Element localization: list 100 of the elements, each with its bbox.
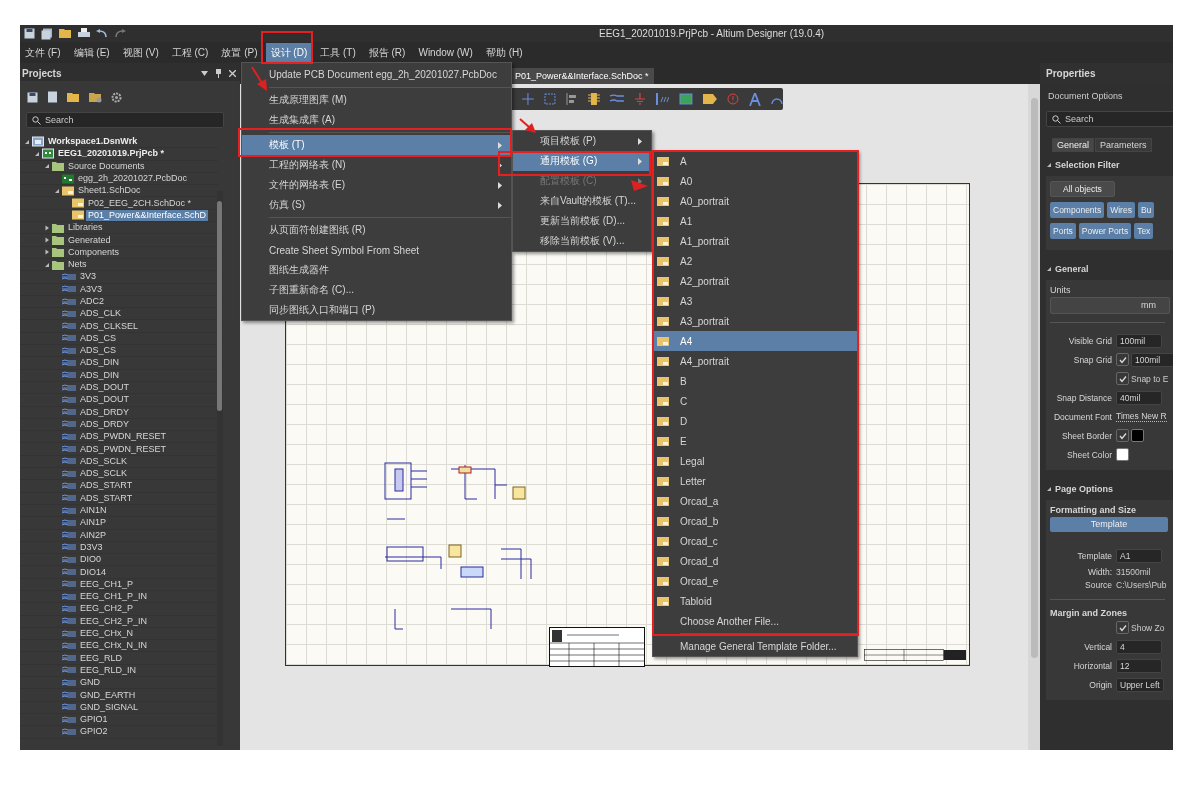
tree-item[interactable]: ADS_DRDY	[78, 406, 131, 418]
color-swatch[interactable]	[1116, 448, 1129, 461]
search-field[interactable]: Search	[1046, 111, 1173, 127]
expand-triangle-icon[interactable]	[44, 224, 50, 231]
tree-item[interactable]: ADS_CLK	[78, 308, 124, 320]
tree-item[interactable]: Source Documents	[66, 160, 147, 172]
tree-item[interactable]: DIO0	[78, 554, 103, 566]
tree-item[interactable]: 3V3	[78, 271, 98, 283]
tree-item[interactable]: EEG_CH1_P_IN	[78, 591, 150, 603]
template-dropdown[interactable]: A1	[1116, 548, 1162, 563]
collapse-triangle-icon[interactable]	[34, 150, 40, 157]
tree-item[interactable]: ADS_DOUT	[78, 382, 131, 394]
menu-item[interactable]: 从页面符创建图纸 (R)	[242, 220, 511, 240]
tree-item[interactable]: Sheet1.SchDoc	[76, 185, 143, 197]
menu-item[interactable]: 项目模板 (P)	[513, 131, 651, 151]
tree-item[interactable]: GPIO1	[78, 714, 110, 726]
menu-item[interactable]: 更新当前模板 (D)...	[513, 211, 651, 231]
filter-button[interactable]: Bu	[1137, 202, 1155, 218]
menu-item[interactable]: 工具 (T)	[315, 42, 361, 63]
pin-icon[interactable]	[215, 68, 222, 78]
settings-icon[interactable]	[111, 91, 122, 103]
menu-item[interactable]: Manage General Template Folder...	[653, 636, 857, 656]
text-icon[interactable]	[749, 92, 762, 106]
menu-item[interactable]: 视图 (V)	[117, 42, 164, 63]
input-field[interactable]: Upper Left	[1116, 677, 1164, 692]
input-field[interactable]: 100mil	[1116, 333, 1162, 348]
tree-item[interactable]: A3V3	[78, 283, 105, 295]
menu-item[interactable]: 生成集成库 (A)	[242, 110, 511, 130]
expand-triangle-icon[interactable]	[44, 249, 50, 256]
collapse-triangle-icon[interactable]	[54, 187, 60, 194]
tree-item[interactable]: DIO14	[78, 566, 108, 578]
align-icon[interactable]	[565, 93, 578, 105]
collapse-triangle-icon[interactable]	[1046, 486, 1052, 492]
undo-icon[interactable]	[96, 28, 108, 39]
collapse-triangle-icon[interactable]	[24, 138, 30, 145]
filter-button[interactable]: Wires	[1107, 202, 1135, 218]
tree-item[interactable]: GND	[78, 677, 102, 689]
menu-item[interactable]: 来自Vault的模板 (T)...	[513, 191, 651, 211]
tree-item[interactable]: ADS_DIN	[78, 369, 121, 381]
collapse-triangle-icon[interactable]	[1046, 266, 1052, 272]
input-field[interactable]: 40mil	[1116, 390, 1162, 405]
checkbox[interactable]	[1116, 353, 1129, 366]
filter-button[interactable]: Ports	[1050, 223, 1076, 239]
units-dropdown[interactable]: mm	[1050, 297, 1170, 314]
menu-item[interactable]: 文件 (F)	[20, 42, 66, 63]
tree-item[interactable]: EEG_CHx_N	[78, 628, 135, 639]
menu-item[interactable]: A4	[653, 331, 857, 351]
input-field[interactable]: 100mil	[1131, 352, 1173, 367]
crosshair-icon[interactable]	[522, 93, 534, 105]
tree-item[interactable]: EEG1_20201019.PrjPcb *	[56, 148, 167, 160]
tree-item[interactable]: ADS_DOUT	[78, 394, 131, 406]
color-swatch[interactable]	[1131, 429, 1144, 442]
menu-item[interactable]: 生成原理图库 (M)	[242, 90, 511, 110]
folder-icon[interactable]	[89, 91, 102, 103]
tree-item[interactable]: P02_EEG_2CH.SchDoc *	[86, 197, 194, 209]
menu-item[interactable]: 工程 (C)	[166, 42, 214, 63]
printer-icon[interactable]	[78, 28, 90, 39]
tree-item[interactable]: ADS_CLKSEL	[78, 320, 141, 332]
save-icon[interactable]	[27, 91, 38, 103]
tree-item[interactable]: Libraries	[66, 222, 105, 234]
menu-item[interactable]: 文件的网络表 (E)	[242, 175, 511, 195]
tree-item[interactable]: AIN1N	[78, 505, 109, 517]
menu-item[interactable]: 工程的网络表 (N)	[242, 155, 511, 175]
document-icon[interactable]	[47, 91, 58, 103]
menu-item[interactable]: 设计 (D)	[265, 42, 313, 63]
sheet-symbol-icon[interactable]	[679, 93, 694, 105]
filter-button[interactable]: Tex	[1134, 223, 1154, 239]
menu-item[interactable]: 同步图纸入口和端口 (P)	[242, 300, 511, 320]
mode-button[interactable]: Template	[1050, 517, 1168, 532]
tree-item[interactable]: EEG_CH2_P	[78, 603, 136, 615]
tree-item[interactable]: ADS_PWDN_RESET	[78, 443, 169, 455]
tree-item[interactable]: GPIO2	[78, 726, 110, 738]
collapse-triangle-icon[interactable]	[1046, 162, 1052, 168]
tree-item[interactable]: Components	[66, 246, 122, 258]
tree-item[interactable]: EEG_CH2_P_IN	[78, 615, 150, 627]
save-icon[interactable]	[24, 28, 35, 39]
collapse-triangle-icon[interactable]	[44, 163, 50, 170]
tab[interactable]: Parameters	[1095, 138, 1152, 152]
scrollbar[interactable]	[217, 191, 223, 746]
collapse-triangle-icon[interactable]	[44, 261, 50, 268]
tree-item[interactable]: GND_SIGNAL	[78, 701, 141, 713]
menu-item[interactable]: 模板 (T)	[242, 135, 511, 155]
menu-item[interactable]: 移除当前模板 (V)...	[513, 231, 651, 251]
dropdown-icon[interactable]	[201, 70, 208, 76]
wire-icon[interactable]	[609, 93, 624, 105]
checkbox[interactable]	[1116, 372, 1129, 385]
save-all-icon[interactable]	[41, 27, 53, 40]
expand-triangle-icon[interactable]	[44, 237, 50, 243]
tree-item[interactable]: ADS_DIN	[78, 357, 121, 369]
tree-item[interactable]: Nets	[66, 259, 89, 271]
tree-item[interactable]: EEG_RLD_IN	[78, 664, 139, 676]
port-icon[interactable]	[703, 94, 718, 104]
tree-item[interactable]: GND_EARTH	[78, 689, 138, 701]
bus-icon[interactable]	[655, 93, 670, 105]
menu-item[interactable]: 帮助 (H)	[480, 42, 528, 63]
ground-icon[interactable]	[633, 93, 646, 105]
tab[interactable]: General	[1052, 138, 1095, 152]
input-field[interactable]: 12	[1116, 658, 1162, 673]
tree-item[interactable]: D3V3	[78, 541, 105, 553]
checkbox[interactable]	[1116, 429, 1129, 442]
